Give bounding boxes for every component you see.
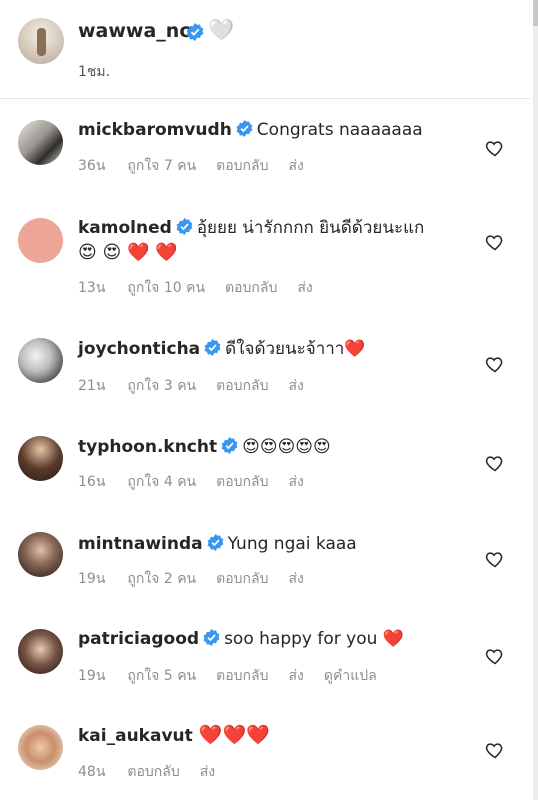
comment-time: 19น bbox=[78, 571, 106, 587]
comment-meta: 19น ถูกใจ 5 คน ตอบกลับ ส่ง ดูคำแปล bbox=[78, 665, 397, 687]
comment-username[interactable]: kamolned bbox=[78, 218, 172, 238]
reply-button[interactable]: ตอบกลับ bbox=[216, 571, 268, 587]
like-heart-icon[interactable] bbox=[485, 232, 505, 252]
comment-meta: 21น ถูกใจ 3 คน ตอบกลับ ส่ง bbox=[78, 375, 324, 397]
avatar[interactable] bbox=[18, 120, 63, 165]
comment-meta: 16น ถูกใจ 4 คน ตอบกลับ ส่ง bbox=[78, 471, 324, 493]
likes-count[interactable]: ถูกใจ 3 คน bbox=[127, 378, 196, 394]
comment-text: soo happy for you ❤️ bbox=[224, 629, 404, 649]
verified-badge-icon bbox=[207, 534, 224, 551]
comment-item: joychonticha ดีใจด้วยนะจ้าาา❤️ 21น ถูกใจ 3… bbox=[0, 312, 530, 408]
comment-username[interactable]: patriciagood bbox=[78, 629, 199, 649]
comment-time: 21น bbox=[78, 378, 106, 394]
comment-username[interactable]: kai_aukavut bbox=[78, 726, 193, 746]
see-translation-button[interactable]: ดูคำแปล bbox=[324, 668, 377, 684]
comment-time: 48น bbox=[78, 764, 106, 780]
likes-count[interactable]: ถูกใจ 7 คน bbox=[127, 158, 196, 174]
comment-item: mickbaromvudh Congrats naaaaaaa 36น ถูกใจ … bbox=[0, 100, 530, 195]
verified-badge-icon bbox=[236, 120, 253, 137]
comment-meta: 13น ถูกใจ 10 คน ตอบกลับ ส่ง bbox=[78, 277, 333, 299]
verified-badge-icon bbox=[203, 629, 220, 646]
comment-time: 36น bbox=[78, 158, 106, 174]
send-button[interactable]: ส่ง bbox=[288, 474, 303, 490]
post-header: wawwa_nc 🤍 1ชม. bbox=[0, 0, 530, 99]
comment-time: 19น bbox=[78, 668, 106, 684]
comment-item: mintnawinda Yung ngai kaaa 19น ถูกใจ 2 คน ต… bbox=[0, 504, 530, 601]
likes-count[interactable]: ถูกใจ 10 คน bbox=[127, 280, 205, 296]
avatar[interactable] bbox=[18, 629, 63, 674]
reply-button[interactable]: ตอบกลับ bbox=[216, 158, 268, 174]
comment-text: Congrats naaaaaaa bbox=[256, 120, 423, 140]
comment-username[interactable]: mickbaromvudh bbox=[78, 120, 232, 140]
like-heart-icon[interactable] bbox=[485, 138, 505, 158]
comment-text: ดีใจด้วยนะจ้าาา❤️ bbox=[225, 339, 366, 359]
likes-count[interactable]: ถูกใจ 4 คน bbox=[127, 474, 196, 490]
like-heart-icon[interactable] bbox=[485, 354, 505, 374]
comment-text-continued: 😍 😍 ❤️ ❤️ bbox=[78, 242, 178, 263]
comment-time: 16น bbox=[78, 474, 106, 490]
like-heart-icon[interactable] bbox=[485, 740, 505, 760]
likes-count[interactable]: ถูกใจ 2 คน bbox=[127, 571, 196, 587]
comment-text: Yung ngai kaaa bbox=[227, 534, 357, 554]
reply-button[interactable]: ตอบกลับ bbox=[216, 378, 268, 394]
comment-text: ❤️❤️❤️ bbox=[198, 724, 270, 746]
comment-item: kamolned อุ้ยยย น่ารักกกก ยินดีด้วยนะแก 😍… bbox=[0, 195, 530, 312]
avatar[interactable] bbox=[18, 338, 63, 383]
avatar[interactable] bbox=[18, 436, 63, 481]
reply-button[interactable]: ตอบกลับ bbox=[216, 474, 268, 490]
reply-button[interactable]: ตอบกลับ bbox=[225, 280, 277, 296]
avatar[interactable] bbox=[18, 18, 64, 64]
send-button[interactable]: ส่ง bbox=[288, 158, 303, 174]
comment-time: 13น bbox=[78, 280, 106, 296]
scrollbar-thumb[interactable] bbox=[533, 0, 538, 26]
comment-item: kai_aukavut ❤️❤️❤️ 48น ตอบกลับ ส่ง bbox=[0, 698, 530, 800]
post-caption: 🤍 bbox=[208, 18, 235, 42]
send-button[interactable]: ส่ง bbox=[288, 378, 303, 394]
avatar[interactable] bbox=[18, 218, 63, 263]
verified-badge-icon bbox=[204, 339, 221, 356]
comment-meta: 19น ถูกใจ 2 คน ตอบกลับ ส่ง bbox=[78, 568, 324, 590]
comment-meta: 48น ตอบกลับ ส่ง bbox=[78, 761, 235, 783]
verified-badge-icon bbox=[221, 437, 238, 454]
comment-text: 😍😍😍😍😍 bbox=[242, 437, 331, 457]
comment-item: typhoon.kncht 😍😍😍😍😍 16น ถูกใจ 4 คน ตอบกลับ ส… bbox=[0, 408, 530, 504]
send-button[interactable]: ส่ง bbox=[297, 280, 312, 296]
comment-text: อุ้ยยย น่ารักกกก ยินดีด้วยนะแก bbox=[196, 218, 425, 238]
avatar[interactable] bbox=[18, 725, 63, 770]
comment-username[interactable]: joychonticha bbox=[78, 339, 200, 359]
like-heart-icon[interactable] bbox=[485, 646, 505, 666]
like-heart-icon[interactable] bbox=[485, 549, 505, 569]
scrollbar[interactable] bbox=[533, 0, 538, 800]
verified-badge-icon bbox=[176, 218, 193, 235]
send-button[interactable]: ส่ง bbox=[288, 668, 303, 684]
comment-username[interactable]: typhoon.kncht bbox=[78, 437, 217, 457]
comment-username[interactable]: mintnawinda bbox=[78, 534, 203, 554]
like-heart-icon[interactable] bbox=[485, 453, 505, 473]
post-username[interactable]: wawwa_nc bbox=[78, 20, 191, 42]
reply-button[interactable]: ตอบกลับ bbox=[127, 764, 179, 780]
verified-badge-icon bbox=[186, 23, 204, 41]
avatar[interactable] bbox=[18, 532, 63, 577]
likes-count[interactable]: ถูกใจ 5 คน bbox=[127, 668, 196, 684]
reply-button[interactable]: ตอบกลับ bbox=[216, 668, 268, 684]
comment-item: patriciagood soo happy for you ❤️ 19น ถูกใ… bbox=[0, 601, 530, 698]
send-button[interactable]: ส่ง bbox=[200, 764, 215, 780]
comment-meta: 36น ถูกใจ 7 คน ตอบกลับ ส่ง bbox=[78, 155, 324, 177]
send-button[interactable]: ส่ง bbox=[288, 571, 303, 587]
post-time: 1ชม. bbox=[78, 64, 111, 80]
